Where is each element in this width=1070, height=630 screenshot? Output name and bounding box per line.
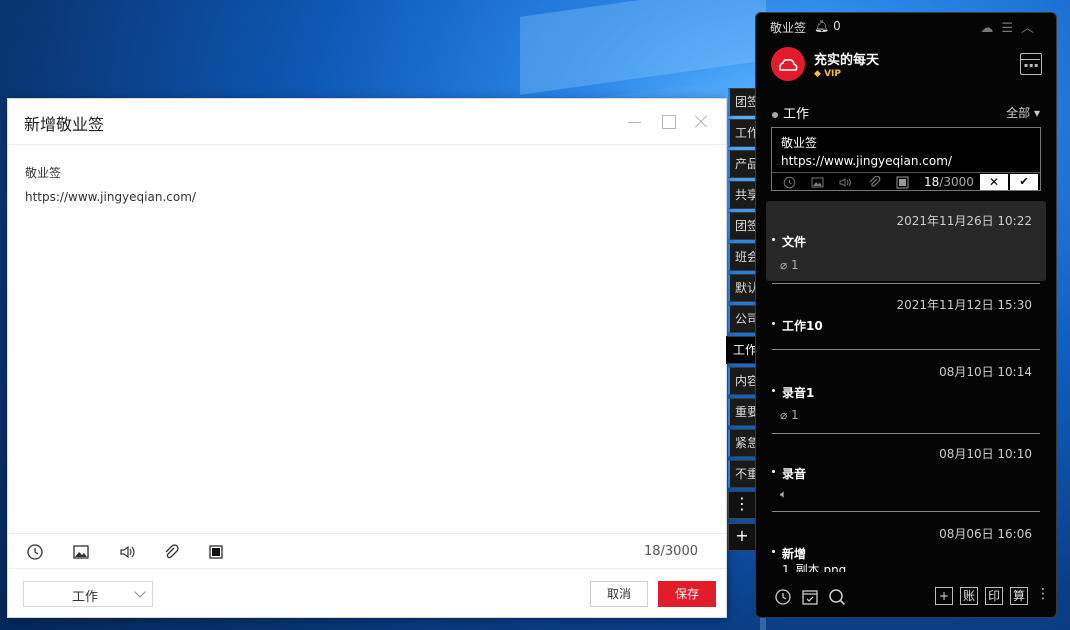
app-name: 敬业签 (770, 21, 807, 35)
archive-icon[interactable] (801, 588, 819, 606)
collapse-icon[interactable]: ︿ (1021, 21, 1042, 36)
quick-add-box[interactable]: 敬业签 https://www.jingyeqian.com/ 18/3000 … (771, 127, 1041, 191)
add-note-button[interactable]: + (935, 587, 953, 605)
note-preview: 1_副本.png (782, 563, 847, 572)
editor-toolbar: 18/3000 (8, 533, 726, 569)
quick-add-toolbar: 18/3000 ✕ ✔ (772, 172, 1040, 191)
side-tab[interactable]: 工作 (728, 119, 758, 147)
username: 充实的每天 (814, 53, 880, 68)
audio-icon[interactable] (118, 543, 136, 561)
window-titlebar[interactable]: 新增敬业签 (8, 99, 726, 145)
note-date: 2021年11月26日 10:22 (896, 214, 1032, 228)
note-date: 08月10日 10:10 (939, 447, 1032, 461)
attachment-icon[interactable] (868, 176, 881, 189)
account-button[interactable]: 账 (960, 587, 978, 605)
side-tab[interactable]: 团签 (728, 88, 758, 116)
attachment-icon[interactable] (162, 543, 180, 561)
note-title: 文件 (771, 235, 807, 249)
vip-badge: ◆ VIP (814, 69, 841, 79)
note-title: 新增 (771, 547, 807, 561)
note-title: 录音1 (771, 386, 815, 400)
print-button[interactable]: 印 (985, 587, 1003, 605)
note-item[interactable]: 2021年11月12日 15:30 工作10 (766, 289, 1046, 349)
note-date: 08月06日 16:06 (939, 527, 1032, 541)
note-editor-area[interactable]: 敬业签 https://www.jingyeqian.com/ (25, 161, 196, 209)
category-select-value: 工作 (72, 590, 99, 605)
cloud-sync-icon[interactable]: ☁ (980, 21, 1001, 36)
quick-char-counter: 18/3000 (924, 175, 974, 189)
side-tab[interactable]: 重要 (728, 398, 758, 426)
clock-icon[interactable] (26, 543, 44, 561)
avatar[interactable] (771, 47, 805, 81)
chevron-down-icon (134, 586, 146, 598)
note-item[interactable]: 08月10日 10:14 录音1 ⌀ 1 (766, 356, 1046, 432)
image-icon[interactable] (72, 543, 90, 561)
note-text-line: https://www.jingyeqian.com/ (25, 190, 196, 204)
audio-icon: 🔈︎ (780, 487, 788, 501)
editor-footer: 工作 取消 保存 (8, 569, 726, 617)
note-attachment-count: ⌀ 1 (780, 258, 799, 272)
checkbox-icon[interactable] (896, 176, 909, 189)
new-note-window: 新增敬业签 敬业签 https://www.jingyeqian.com/ 18… (7, 98, 727, 618)
quick-confirm-button[interactable]: ✔ (1010, 174, 1038, 190)
panel-header-icons: ☁☰︿ (980, 17, 1042, 36)
save-button[interactable]: 保存 (658, 581, 716, 607)
side-tab[interactable]: 紧急 (728, 429, 758, 457)
add-tab-button[interactable]: + (728, 523, 756, 551)
note-title: 工作10 (772, 319, 823, 333)
quick-add-text[interactable]: 敬业签 https://www.jingyeqian.com/ (781, 134, 952, 170)
note-text-line: 敬业签 (25, 166, 62, 180)
filter-dropdown[interactable]: 全部 ▾ (1006, 104, 1040, 121)
audio-icon[interactable] (839, 176, 852, 189)
note-date: 08月10日 10:14 (939, 365, 1032, 379)
side-tab[interactable]: 内容 (728, 367, 758, 395)
image-icon[interactable] (811, 176, 824, 189)
char-counter: 18/3000 (643, 544, 698, 559)
quick-text-line: 敬业签 (781, 136, 818, 150)
side-tab[interactable]: 产品 (728, 150, 758, 178)
menu-icon[interactable]: ☰ (1001, 21, 1021, 36)
window-title: 新增敬业签 (24, 115, 105, 134)
side-tab[interactable]: 班会 (728, 243, 758, 271)
note-item[interactable]: 08月10日 10:10 录音 🔈︎ (766, 438, 1046, 510)
note-date: 2021年11月12日 15:30 (896, 298, 1032, 312)
note-separator (772, 349, 1040, 350)
side-tab[interactable]: 默认 (728, 274, 758, 302)
note-title: 录音 (771, 467, 807, 481)
cancel-button[interactable]: 取消 (590, 581, 648, 607)
search-icon[interactable] (828, 588, 846, 606)
side-tab[interactable]: 工作 (726, 336, 758, 364)
more-tabs-button[interactable]: ⋮ (728, 491, 756, 519)
bell-count: 0 (833, 19, 841, 33)
side-tab[interactable]: 团签 (728, 212, 758, 240)
quick-text-line: https://www.jingyeqian.com/ (781, 154, 952, 168)
clock-icon[interactable] (774, 588, 792, 606)
side-tab[interactable]: 不重 (728, 460, 758, 488)
note-item[interactable]: 2021年11月26日 10:22 文件 ⌀ 1 (766, 201, 1046, 281)
category-dot-icon (772, 111, 778, 118)
note-attachment-count: ⌀ 1 (780, 408, 799, 422)
note-item[interactable]: 08月06日 16:06 新增 1_副本.png (766, 518, 1046, 572)
note-separator (772, 283, 1040, 284)
calendar-icon[interactable] (1020, 53, 1042, 75)
category-select[interactable]: 工作 (23, 581, 153, 607)
close-icon[interactable] (692, 113, 710, 131)
minimize-icon[interactable] (626, 113, 644, 131)
current-category[interactable]: 工作 (772, 103, 809, 122)
more-vertical-icon[interactable]: ⋮ (1036, 586, 1050, 602)
maximize-icon[interactable] (660, 113, 678, 131)
quick-cancel-button[interactable]: ✕ (980, 174, 1008, 190)
note-separator (772, 433, 1040, 434)
note-separator (772, 511, 1040, 512)
panel-footer: + 账 印 算 ⋮ (756, 583, 1056, 617)
notification-bell[interactable]: 🔔︎ 0 (814, 19, 841, 33)
checkbox-icon[interactable] (207, 543, 225, 561)
clock-icon[interactable] (783, 176, 796, 189)
side-tab[interactable]: 公司 (728, 305, 758, 333)
side-tab[interactable]: 共享 (728, 181, 758, 209)
note-panel: 敬业签 🔔︎ 0 ☁☰︿ 充实的每天 ◆ VIP 工作 全部 ▾ 敬业签 htt… (755, 12, 1057, 618)
bell-icon: 🔔︎ (814, 19, 830, 33)
calculate-button[interactable]: 算 (1010, 587, 1028, 605)
